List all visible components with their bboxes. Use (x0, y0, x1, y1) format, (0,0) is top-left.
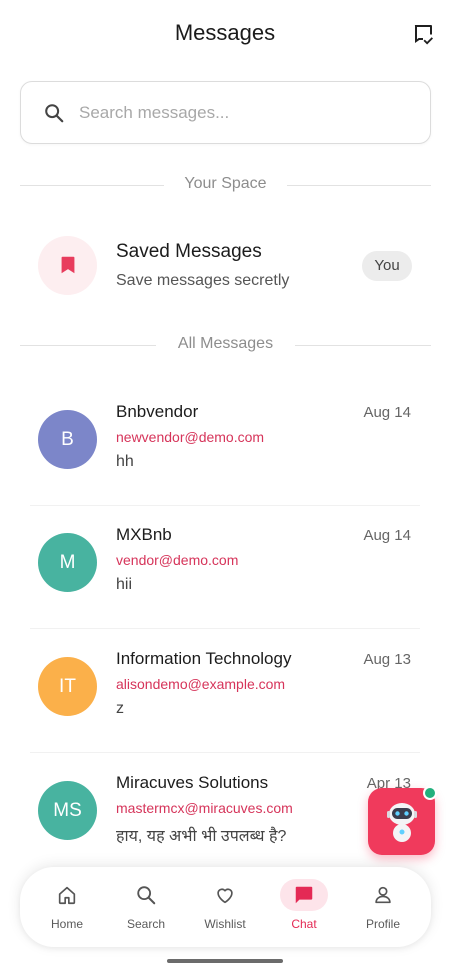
chat-check-icon[interactable] (412, 22, 436, 46)
chat-icon (295, 886, 313, 904)
saved-messages-title: Saved Messages (116, 241, 262, 262)
robot-icon (387, 803, 417, 842)
nav-label: Home (50, 917, 83, 931)
conversation-date: Aug 14 (363, 404, 411, 421)
search-input[interactable] (79, 92, 409, 134)
conversation-name: MXBnb (116, 525, 172, 544)
saved-messages-subtitle: Save messages secretly (116, 272, 290, 289)
bookmark-icon (61, 256, 75, 274)
conversation-item[interactable]: B Bnbvendor newvendor@demo.com hh Aug 14 (0, 392, 450, 510)
conversation-date: Aug 13 (363, 651, 411, 668)
conversation-item[interactable]: M MXBnb vendor@demo.com hii Aug 14 (0, 515, 450, 633)
nav-item-profile[interactable]: Profile (344, 879, 422, 939)
divider-line (295, 345, 431, 346)
search-icon (45, 104, 64, 123)
conversation-preview: hh (116, 453, 134, 470)
home-icon (58, 886, 76, 905)
row-divider (30, 505, 420, 506)
avatar: IT (38, 657, 97, 716)
search-icon (137, 886, 156, 905)
heart-icon (217, 888, 233, 904)
nav-label: Chat (291, 917, 317, 931)
page-title: Messages (174, 20, 276, 45)
conversation-email: newvendor@demo.com (116, 429, 265, 445)
section-label-your-space: Your Space (184, 175, 267, 192)
avatar: B (38, 410, 97, 469)
conversation-name: Bnbvendor (116, 402, 199, 421)
row-divider (30, 752, 420, 753)
bottom-nav: Home Search Wishlist Chat Profile (20, 867, 431, 947)
app-header: Messages (0, 0, 450, 70)
nav-item-wishlist[interactable]: Wishlist (186, 879, 264, 939)
saved-messages-item[interactable]: Saved Messages Save messages secretly Yo… (0, 230, 450, 305)
conversation-email: mastermcx@miracuves.com (116, 800, 293, 816)
nav-item-home[interactable]: Home (28, 879, 106, 939)
conversation-name: Miracuves Solutions (116, 773, 269, 792)
conversation-email: alisondemo@example.com (116, 676, 286, 692)
conversation-preview: z (116, 700, 124, 717)
you-badge: You (362, 251, 412, 281)
divider-line (287, 185, 431, 186)
nav-label: Wishlist (204, 917, 246, 931)
nav-label: Profile (365, 917, 400, 931)
section-divider-all-messages: All Messages (20, 335, 431, 355)
conversation-item[interactable]: IT Information Technology alisondemo@exa… (0, 639, 450, 757)
conversation-preview: hii (116, 576, 133, 593)
conversation-preview: हाय, यह अभी भी उपलब्ध है? (116, 828, 287, 845)
saved-messages-avatar (38, 236, 97, 295)
nav-item-chat[interactable]: Chat (265, 879, 343, 939)
conversation-email: vendor@demo.com (116, 552, 239, 568)
online-status-dot (423, 786, 437, 800)
search-bar[interactable] (20, 81, 431, 144)
row-divider (30, 628, 420, 629)
nav-item-search[interactable]: Search (107, 879, 185, 939)
avatar: MS (38, 781, 97, 840)
conversation-date: Aug 14 (363, 527, 411, 544)
conversation-name: Information Technology (116, 649, 292, 668)
home-indicator (167, 959, 283, 963)
section-label-all-messages: All Messages (177, 335, 274, 352)
section-divider-your-space: Your Space (20, 175, 431, 195)
person-icon (375, 886, 391, 904)
nav-label: Search (126, 917, 166, 931)
avatar: M (38, 533, 97, 592)
